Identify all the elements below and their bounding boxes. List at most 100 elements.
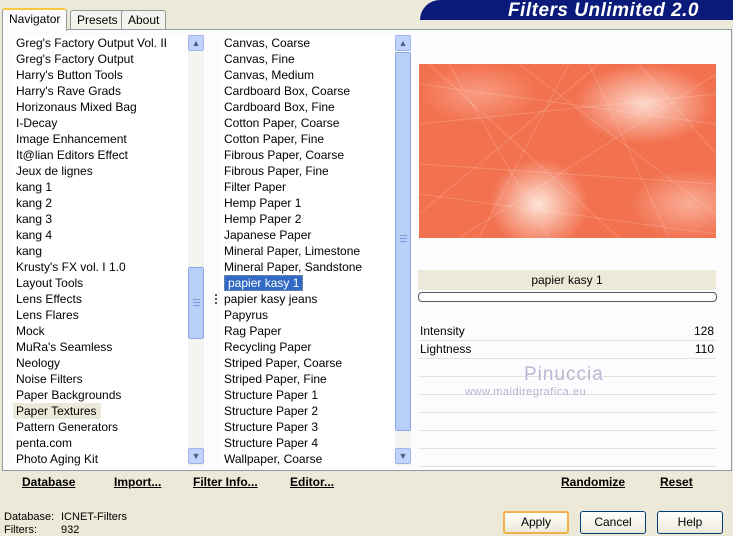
app-title-banner: Filters Unlimited 2.0 — [420, 0, 733, 21]
filter-item-label: Canvas, Coarse — [224, 36, 311, 50]
category-item[interactable]: Harry's Button Tools — [13, 67, 188, 83]
filter-item-label: Structure Paper 3 — [224, 420, 319, 434]
param-lightness[interactable]: Lightness 110 — [418, 341, 716, 359]
filter-item[interactable]: Filter Paper — [221, 179, 395, 195]
category-item[interactable]: Pattern Generators — [13, 419, 188, 435]
filter-item[interactable]: papier kasy 1 — [221, 275, 395, 291]
filter-item[interactable]: Fibrous Paper, Fine — [221, 163, 395, 179]
category-item[interactable]: kang 2 — [13, 195, 188, 211]
category-item[interactable]: kang — [13, 243, 188, 259]
filter-item[interactable]: Structure Paper 3 — [221, 419, 395, 435]
filter-item[interactable]: Cotton Paper, Fine — [221, 131, 395, 147]
filter-item[interactable]: Cardboard Box, Fine — [221, 99, 395, 115]
preview-image[interactable] — [419, 64, 716, 238]
category-scrollbar[interactable]: ▲ ▼ — [188, 35, 204, 466]
filter-item[interactable]: Striped Paper, Coarse — [221, 355, 395, 371]
category-item-label: Paper Backgrounds — [16, 388, 122, 402]
tab-navigator[interactable]: Navigator — [2, 8, 68, 31]
apply-button[interactable]: Apply — [503, 511, 569, 534]
category-item-label: Neology — [16, 356, 61, 370]
category-item[interactable]: Image Enhancement — [13, 131, 188, 147]
category-item[interactable]: Jeux de lignes — [13, 163, 188, 179]
filter-scrollbar[interactable]: ▲ ▼ — [395, 35, 411, 466]
randomize-link[interactable]: Randomize — [561, 475, 625, 489]
category-item[interactable]: Lens Flares — [13, 307, 188, 323]
category-item[interactable]: Photo Aging Kit — [13, 451, 188, 466]
filter-item[interactable]: Hemp Paper 2 — [221, 211, 395, 227]
filters-label: Filters: — [4, 524, 37, 536]
filter-item[interactable]: Rag Paper — [221, 323, 395, 339]
filter-item[interactable]: Recycling Paper — [221, 339, 395, 355]
reset-link[interactable]: Reset — [660, 475, 693, 489]
param-intensity[interactable]: Intensity 128 — [418, 323, 716, 341]
filter-item[interactable]: papier kasy jeans — [221, 291, 395, 307]
drag-handle-icon[interactable] — [215, 294, 221, 304]
category-item[interactable]: Noise Filters — [13, 371, 188, 387]
filter-item[interactable]: Papyrus — [221, 307, 395, 323]
filter-item[interactable]: Cotton Paper, Coarse — [221, 115, 395, 131]
filter-item[interactable]: Canvas, Coarse — [221, 35, 395, 51]
import-link[interactable]: Import... — [114, 475, 161, 489]
category-item[interactable]: I-Decay — [13, 115, 188, 131]
category-item-label: Photo Aging Kit — [16, 452, 99, 466]
filter-item[interactable]: Canvas, Fine — [221, 51, 395, 67]
filter-item[interactable]: Structure Paper 2 — [221, 403, 395, 419]
category-item[interactable]: penta.com — [13, 435, 188, 451]
category-item[interactable]: Layout Tools — [13, 275, 188, 291]
category-item-label: Lens Effects — [16, 292, 82, 306]
filter-item[interactable]: Wallpaper, Coarse — [221, 451, 395, 466]
category-item-label: Greg's Factory Output Vol. II — [16, 36, 168, 50]
watermark-name: Pinuccia — [524, 364, 604, 385]
category-item[interactable]: Greg's Factory Output — [13, 51, 188, 67]
category-item[interactable]: MuRa's Seamless — [13, 339, 188, 355]
category-scroll-thumb[interactable] — [188, 267, 204, 339]
filter-scroll-thumb[interactable] — [395, 52, 411, 431]
filter-info-link[interactable]: Filter Info... — [193, 475, 258, 489]
filter-item[interactable]: Structure Paper 4 — [221, 435, 395, 451]
category-item[interactable]: Paper Backgrounds — [13, 387, 188, 403]
category-list[interactable]: Greg's Factory Output Vol. II Greg's Fact… — [13, 35, 188, 466]
category-item[interactable]: kang 1 — [13, 179, 188, 195]
category-item[interactable]: Harry's Rave Grads — [13, 83, 188, 99]
filter-item[interactable]: Mineral Paper, Sandstone — [221, 259, 395, 275]
filter-item[interactable]: Japanese Paper — [221, 227, 395, 243]
category-item[interactable]: kang 4 — [13, 227, 188, 243]
filter-item-label: papier kasy 1 — [224, 275, 304, 291]
filter-list[interactable]: Canvas, Coarse Canvas, Fine Canvas, Medium… — [221, 35, 395, 466]
filter-item[interactable]: Canvas, Medium — [221, 67, 395, 83]
category-item-label: kang 4 — [16, 228, 53, 242]
cancel-button[interactable]: Cancel — [580, 511, 646, 534]
filter-item[interactable]: Mineral Paper, Limestone — [221, 243, 395, 259]
filter-item[interactable]: Hemp Paper 1 — [221, 195, 395, 211]
down-arrow-icon[interactable]: ▼ — [395, 448, 411, 464]
editor-link[interactable]: Editor... — [290, 475, 334, 489]
filter-item[interactable]: Fibrous Paper, Coarse — [221, 147, 395, 163]
tab-presets[interactable]: Presets — [70, 10, 125, 29]
down-arrow-icon[interactable]: ▼ — [188, 448, 204, 464]
filter-item-label: Striped Paper, Fine — [224, 372, 327, 386]
category-item[interactable]: It@lian Editors Effect — [13, 147, 188, 163]
filter-item-label: Filter Paper — [224, 180, 287, 194]
filter-item[interactable]: Striped Paper, Fine — [221, 371, 395, 387]
param-value: 128 — [693, 324, 714, 338]
help-button[interactable]: Help — [657, 511, 723, 534]
category-item-label: Image Enhancement — [16, 132, 127, 146]
category-item[interactable]: Greg's Factory Output Vol. II — [13, 35, 188, 51]
up-arrow-icon[interactable]: ▲ — [395, 35, 411, 51]
up-arrow-icon[interactable]: ▲ — [188, 35, 204, 51]
database-link[interactable]: Database — [22, 475, 75, 489]
category-item[interactable]: kang 3 — [13, 211, 188, 227]
category-item[interactable]: Krusty's FX vol. I 1.0 — [13, 259, 188, 275]
filter-item[interactable]: Structure Paper 1 — [221, 387, 395, 403]
tab-about[interactable]: About — [121, 10, 167, 29]
left-link-bar: Database Import... Filter Info... Editor… — [8, 471, 412, 494]
filter-item-label: Recycling Paper — [224, 340, 312, 354]
param-value: 110 — [694, 342, 714, 356]
category-item[interactable]: Neology — [13, 355, 188, 371]
filter-item-label: Cardboard Box, Coarse — [224, 84, 351, 98]
category-item[interactable]: Mock — [13, 323, 188, 339]
category-item[interactable]: Horizonaus Mixed Bag — [13, 99, 188, 115]
category-item[interactable]: Lens Effects — [13, 291, 188, 307]
category-item[interactable]: Paper Textures — [13, 403, 101, 419]
filter-item[interactable]: Cardboard Box, Coarse — [221, 83, 395, 99]
